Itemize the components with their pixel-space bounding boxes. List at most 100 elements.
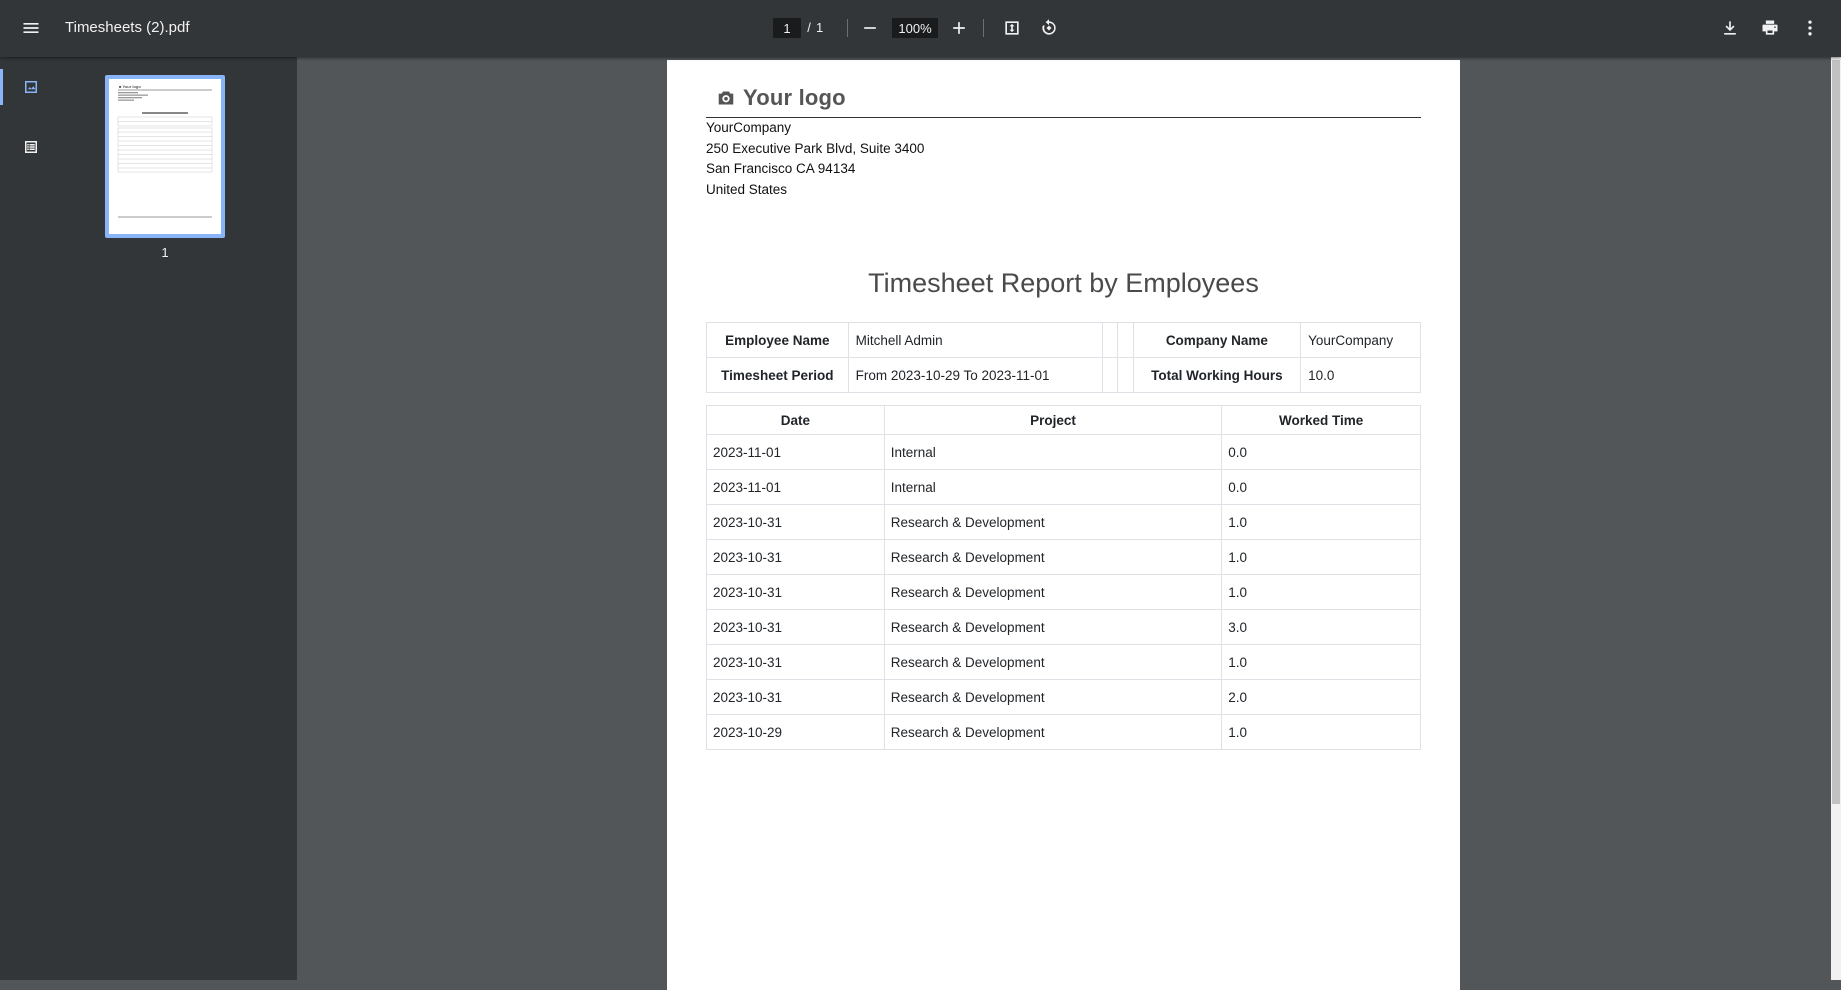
download-button[interactable] [1712,10,1748,46]
menu-button[interactable] [13,10,49,46]
address-line: United States [706,181,788,197]
column-header-date: Date [706,405,885,435]
project-cell: Internal [883,434,1223,470]
date-cell: 2023-10-31 [706,539,885,575]
date-cell: 2023-10-31 [706,609,885,645]
thumbnail-sidebar: ■ Your logo 1 [0,57,297,980]
worked-time-cell: 3.0 [1221,609,1421,645]
column-header-worked-time: Worked Time [1221,405,1421,435]
project-cell: Research & Development [883,574,1223,610]
table-row: 2023-10-31 Research & Development 1.0 [706,504,1421,540]
more-actions-button[interactable] [1792,10,1828,46]
project-cell: Internal [883,469,1223,505]
worked-time-cell: 1.0 [1221,504,1421,540]
toolbar-divider [847,19,848,37]
project-cell: Research & Development [883,504,1223,540]
sidebar-rail [0,57,62,980]
company-name-label: Company Name [1132,322,1302,358]
table-row: Timesheet Period From 2023-10-29 To 2023… [706,357,1421,393]
more-vertical-icon [1808,20,1812,36]
thumbnail-preview: ■ Your logo [109,79,221,234]
date-cell: 2023-10-31 [706,644,885,680]
hamburger-menu-icon [23,23,39,33]
date-cell: 2023-10-31 [706,574,885,610]
table-row: 2023-10-31 Research & Development 1.0 [706,574,1421,610]
table-row: 2023-10-31 Research & Development 2.0 [706,679,1421,715]
page-number-input[interactable] [773,18,801,38]
date-cell: 2023-11-01 [706,434,885,470]
logo-text: Your logo [743,85,846,110]
list-icon [25,141,37,153]
report-header: Your logo [706,84,1421,118]
project-cell: Research & Development [883,609,1223,645]
thumbnails-view-button[interactable] [13,69,49,105]
table-row: 2023-11-01 Internal 0.0 [706,434,1421,470]
minus-icon [864,27,876,29]
employee-name-label: Employee Name [706,322,849,358]
zoom-input[interactable] [892,18,938,38]
worked-time-cell: 2.0 [1221,679,1421,715]
table-row: 2023-10-31 Research & Development 1.0 [706,539,1421,575]
rotate-counterclockwise-icon [1042,19,1056,35]
column-header-project: Project [883,405,1223,435]
pdf-toolbar: Timesheets (2).pdf / 1 [0,0,1841,57]
svg-text:■ Your logo: ■ Your logo [119,84,141,89]
worked-time-cell: 1.0 [1221,539,1421,575]
date-cell: 2023-10-31 [706,504,885,540]
company-name-value: YourCompany [1300,322,1421,358]
camera-icon [718,91,734,105]
image-icon [25,81,37,93]
spacer-cell [1101,322,1118,358]
thumbnail-page-number: 1 [161,245,169,260]
table-row: Employee Name Mitchell Admin Company Nam… [706,322,1421,358]
table-header-row: Date Project Worked Time [706,405,1421,435]
address-line: San Francisco CA 94134 [706,161,856,176]
rotate-button[interactable] [1031,10,1067,46]
worked-time-cell: 1.0 [1221,644,1421,680]
project-cell: Research & Development [883,679,1223,715]
fit-page-icon [1005,21,1019,35]
timesheet-period-label: Timesheet Period [706,357,849,393]
toolbar-divider [983,19,984,37]
total-hours-label: Total Working Hours [1132,357,1302,393]
employee-name-value: Mitchell Admin [847,322,1103,358]
download-icon [1724,21,1736,35]
spacer-cell [1101,357,1118,393]
worked-time-cell: 0.0 [1221,469,1421,505]
project-cell: Research & Development [883,539,1223,575]
outline-view-button[interactable] [13,129,49,165]
fit-to-page-button[interactable] [994,10,1030,46]
employee-info-table: Employee Name Mitchell Admin Company Nam… [706,322,1421,393]
project-cell: Research & Development [883,644,1223,680]
timesheet-lines-table: Date Project Worked Time 2023-11-01 Inte… [706,405,1421,750]
company-address: YourCompany 250 Executive Park Blvd, Sui… [706,118,924,200]
page-thumbnail[interactable]: ■ Your logo [105,75,225,238]
total-hours-value: 10.0 [1300,357,1421,393]
table-row: 2023-10-31 Research & Development 1.0 [706,644,1421,680]
pdf-page: Your logo YourCompany 250 Executive Park… [667,60,1460,990]
document-title: Timesheets (2).pdf [65,19,190,36]
address-line: YourCompany [706,120,792,135]
print-button[interactable] [1752,10,1788,46]
active-indicator [0,69,3,105]
report-title: Timesheet Report by Employees [868,268,1259,298]
date-cell: 2023-10-29 [706,714,885,750]
page-separator: / [807,20,811,35]
spacer-cell [1116,357,1134,393]
table-row: 2023-10-29 Research & Development 1.0 [706,714,1421,750]
date-cell: 2023-11-01 [706,469,885,505]
address-line: 250 Executive Park Blvd, Suite 3400 [706,140,925,156]
scrollbar-thumb[interactable] [1832,60,1840,804]
project-cell: Research & Development [883,714,1223,750]
worked-time-cell: 0.0 [1221,434,1421,470]
zoom-out-button[interactable] [852,10,888,46]
table-row: 2023-11-01 Internal 0.0 [706,469,1421,505]
printer-icon [1762,20,1778,35]
plus-icon [953,22,965,34]
total-pages: 1 [816,20,824,35]
zoom-in-button[interactable] [941,10,977,46]
table-row: 2023-10-31 Research & Development 3.0 [706,609,1421,645]
worked-time-cell: 1.0 [1221,714,1421,750]
worked-time-cell: 1.0 [1221,574,1421,610]
timesheet-period-value: From 2023-10-29 To 2023-11-01 [847,357,1103,393]
